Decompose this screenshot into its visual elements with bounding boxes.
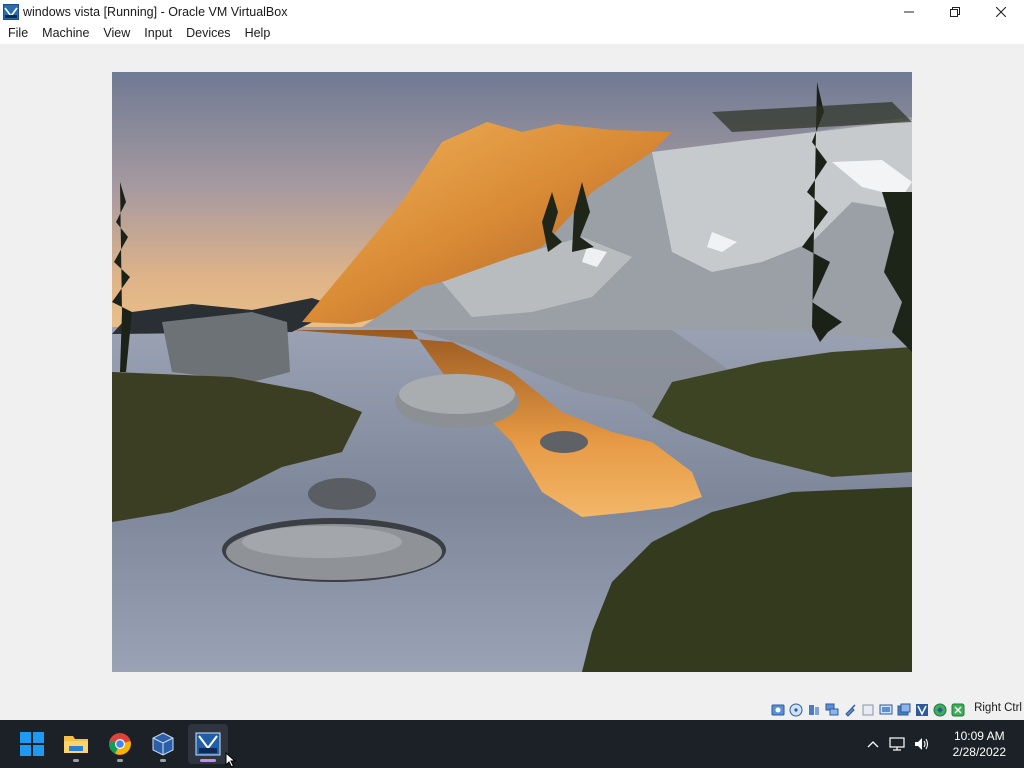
status-bar: Right Ctrl bbox=[0, 699, 1024, 720]
taskbar: 10:09 AM 2/28/2022 bbox=[0, 720, 1024, 768]
start-button[interactable] bbox=[12, 724, 52, 764]
menu-view[interactable]: View bbox=[96, 23, 137, 44]
virtualbox-icon bbox=[152, 732, 174, 756]
restore-icon bbox=[950, 6, 960, 17]
clock-date: 2/28/2022 bbox=[952, 745, 1006, 759]
vt-x-icon[interactable] bbox=[913, 701, 930, 718]
audio-icon[interactable] bbox=[805, 701, 822, 718]
minimize-icon bbox=[904, 11, 914, 12]
chrome-icon bbox=[109, 733, 131, 755]
running-indicator bbox=[73, 759, 79, 762]
vm-screen[interactable] bbox=[112, 72, 912, 672]
running-indicator bbox=[117, 759, 123, 762]
mouse-cursor-icon bbox=[225, 752, 237, 768]
system-tray bbox=[862, 720, 934, 768]
file-explorer-button[interactable] bbox=[56, 724, 96, 764]
clock[interactable]: 10:09 AM 2/28/2022 bbox=[953, 728, 1006, 760]
optical-drive-icon[interactable] bbox=[787, 701, 804, 718]
window-title: windows vista [Running] - Oracle VM Virt… bbox=[23, 4, 288, 19]
close-button[interactable] bbox=[978, 0, 1024, 23]
network-icon[interactable] bbox=[823, 701, 840, 718]
usb-icon[interactable] bbox=[841, 701, 858, 718]
chevron-up-icon[interactable] bbox=[862, 740, 884, 748]
recording-icon[interactable] bbox=[895, 701, 912, 718]
menu-devices[interactable]: Devices bbox=[179, 23, 237, 44]
mouse-integration-icon[interactable] bbox=[949, 701, 966, 718]
volume-icon[interactable] bbox=[910, 736, 934, 752]
wallpaper-image bbox=[112, 72, 912, 672]
chrome-button[interactable] bbox=[100, 724, 140, 764]
vista-vm-icon bbox=[195, 732, 221, 756]
network-icon[interactable] bbox=[884, 736, 910, 752]
close-icon bbox=[996, 6, 1006, 17]
menu-bar: File Machine View Input Devices Help bbox=[0, 23, 1024, 44]
virtualbox-manager-button[interactable] bbox=[143, 724, 183, 764]
minimize-button[interactable] bbox=[886, 0, 932, 23]
folder-icon bbox=[64, 736, 88, 753]
title-bar[interactable]: windows vista [Running] - Oracle VM Virt… bbox=[0, 0, 1024, 23]
shared-folders-icon[interactable] bbox=[859, 701, 876, 718]
clock-time: 10:09 AM bbox=[953, 729, 1005, 743]
cpu-icon[interactable] bbox=[931, 701, 948, 718]
windows-vista-vm-button[interactable] bbox=[188, 724, 228, 764]
hard-disk-icon[interactable] bbox=[769, 701, 786, 718]
vm-display-area[interactable] bbox=[0, 44, 1024, 699]
menu-help[interactable]: Help bbox=[238, 23, 278, 44]
menu-machine[interactable]: Machine bbox=[35, 23, 96, 44]
display-icon[interactable] bbox=[877, 701, 894, 718]
menu-file[interactable]: File bbox=[1, 23, 35, 44]
menu-input[interactable]: Input bbox=[137, 23, 179, 44]
virtualbox-vm-icon bbox=[3, 3, 19, 20]
restore-button[interactable] bbox=[932, 0, 978, 23]
active-indicator bbox=[200, 759, 216, 762]
running-indicator bbox=[160, 759, 166, 762]
host-key-label[interactable]: Right Ctrl bbox=[974, 702, 1022, 714]
windows-logo-icon bbox=[20, 732, 44, 756]
